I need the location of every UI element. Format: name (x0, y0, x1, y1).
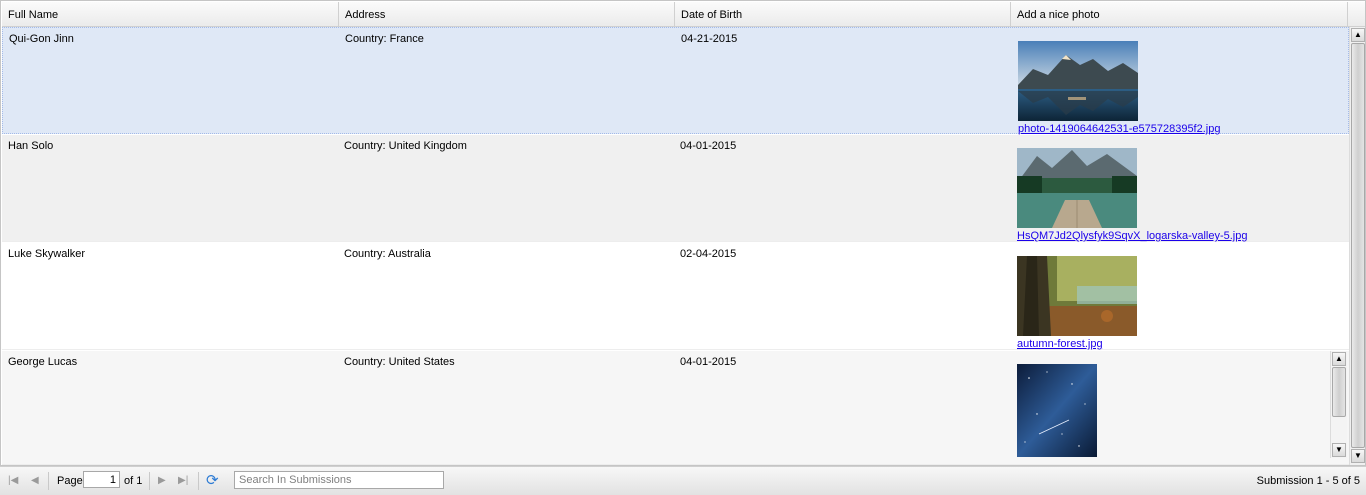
photo-file-link[interactable]: photo-1419064642531-e575728395f2.jpg (1018, 123, 1220, 135)
page-label: Page (57, 475, 83, 487)
cell-date-of-birth: 04-21-2015 (681, 33, 738, 45)
scroll-thumb[interactable] (1351, 43, 1365, 448)
table-row[interactable]: George Lucas Country: United States 04-0… (2, 351, 1349, 465)
cell-date-of-birth: 04-01-2015 (680, 140, 737, 152)
night-sky-photo[interactable] (1017, 364, 1097, 457)
refresh-icon[interactable]: ⟳ (206, 467, 219, 495)
cell-address: Country: France (345, 33, 424, 45)
toolbar-separator (198, 472, 199, 490)
cell-date-of-birth: 02-04-2015 (680, 248, 737, 260)
table-row[interactable]: Han Solo Country: United Kingdom 04-01-2… (2, 135, 1349, 242)
cell-address: Country: Australia (344, 248, 431, 260)
cell-address: Country: United Kingdom (344, 140, 467, 152)
mountain-lake-photo[interactable] (1018, 41, 1138, 121)
first-page-icon[interactable]: |◀ (8, 467, 18, 495)
previous-page-icon[interactable]: ◀ (31, 467, 39, 495)
lake-dock-photo[interactable] (1017, 148, 1137, 228)
search-input[interactable] (234, 471, 444, 489)
column-header-full-name[interactable]: Full Name (2, 2, 339, 26)
grid-vertical-scrollbar[interactable]: ▲ ▼ (1349, 27, 1365, 465)
grid-header: Full Name Address Date of Birth Add a ni… (2, 2, 1349, 27)
column-header-address[interactable]: Address (339, 2, 675, 26)
photo-file-link[interactable]: autumn-forest.jpg (1017, 338, 1103, 350)
paging-toolbar: |◀ ◀ Page of 1 ▶ ▶| ⟳ Submission 1 - 5 o… (0, 466, 1366, 495)
cell-full-name: Qui-Gon Jinn (9, 33, 74, 45)
column-header-photo[interactable]: Add a nice photo (1011, 2, 1348, 26)
pager-summary: Submission 1 - 5 of 5 (1256, 475, 1360, 487)
column-header-date-of-birth[interactable]: Date of Birth (675, 2, 1011, 26)
scroll-up-icon[interactable]: ▲ (1332, 352, 1346, 366)
autumn-forest-photo[interactable] (1017, 256, 1137, 336)
cell-address: Country: United States (344, 356, 455, 368)
toolbar-separator (48, 472, 49, 490)
grid-body: Qui-Gon Jinn Country: France 04-21-2015 (2, 27, 1349, 465)
table-row[interactable]: Qui-Gon Jinn Country: France 04-21-2015 (2, 27, 1349, 135)
cell-full-name: George Lucas (8, 356, 78, 368)
photo-file-link[interactable]: HsQM7Jd2Qlysfyk9SqvX_logarska-valley-5.j… (1017, 230, 1247, 242)
scroll-down-icon[interactable]: ▼ (1332, 443, 1346, 457)
scroll-up-icon[interactable]: ▲ (1351, 28, 1365, 42)
header-corner (1349, 2, 1365, 27)
toolbar-separator (149, 472, 150, 490)
table-row[interactable]: Luke Skywalker Country: Australia 02-04-… (2, 243, 1349, 350)
cell-full-name: Han Solo (8, 140, 54, 152)
next-page-icon[interactable]: ▶ (158, 467, 166, 495)
cell-date-of-birth: 04-01-2015 (680, 356, 737, 368)
scroll-down-icon[interactable]: ▼ (1351, 449, 1365, 463)
page-count-label: of 1 (124, 475, 143, 487)
submissions-grid: Full Name Address Date of Birth Add a ni… (0, 0, 1366, 466)
cell-full-name: Luke Skywalker (8, 248, 86, 260)
page-number-input[interactable] (83, 471, 120, 488)
last-page-icon[interactable]: ▶| (178, 467, 188, 495)
row-scrollbar[interactable]: ▲ ▼ (1330, 351, 1347, 458)
scroll-thumb[interactable] (1332, 367, 1346, 417)
